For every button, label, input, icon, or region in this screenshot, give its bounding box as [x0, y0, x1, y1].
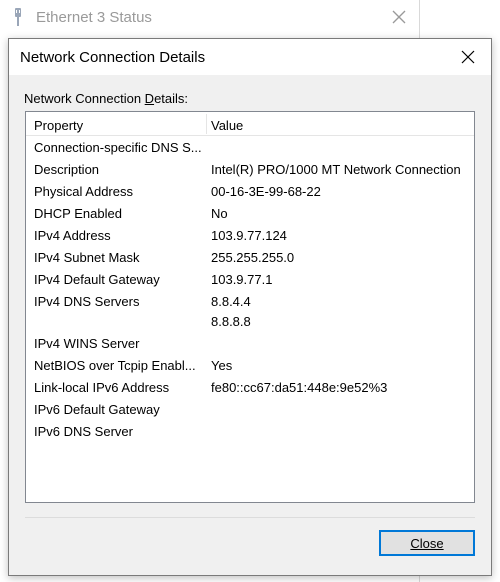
column-divider[interactable]	[206, 114, 207, 134]
value-line: 103.9.77.1	[211, 272, 273, 287]
value-line: 103.9.77.124	[211, 228, 287, 243]
list-item[interactable]: IPv6 DNS Server	[26, 422, 474, 444]
value-line: No	[211, 206, 228, 221]
value-cell: Intel(R) PRO/1000 MT Network Connection	[211, 160, 474, 182]
value-cell: fe80::cc67:da51:448e:9e52%3	[211, 378, 474, 400]
value-cell: 8.8.4.4 8.8.8.8	[211, 292, 474, 334]
close-icon[interactable]	[390, 8, 408, 26]
value-cell: 103.9.77.1	[211, 270, 474, 292]
details-rows: Connection-specific DNS S... Description I…	[26, 138, 474, 444]
dialog-title: Network Connection Details	[20, 49, 206, 66]
list-item[interactable]: DHCP Enabled No	[26, 204, 474, 226]
property-cell: DHCP Enabled	[34, 206, 122, 221]
list-item[interactable]: IPv6 Default Gateway	[26, 400, 474, 422]
property-cell: IPv4 WINS Server	[34, 336, 140, 351]
network-adapter-icon	[15, 8, 21, 26]
value-line	[211, 140, 474, 160]
value-line	[211, 336, 474, 356]
value-cell	[211, 422, 474, 444]
list-item[interactable]: IPv4 Default Gateway 103.9.77.1	[26, 270, 474, 292]
value-line: fe80::cc67:da51:448e:9e52%3	[211, 380, 388, 395]
value-cell	[211, 138, 474, 160]
property-cell: IPv6 DNS Server	[34, 424, 133, 439]
ethernet-status-titlebar: Ethernet 3 Status	[0, 0, 420, 34]
ethernet-status-title: Ethernet 3 Status	[36, 9, 152, 26]
dialog-divider	[25, 517, 475, 518]
list-item[interactable]: NetBIOS over Tcpip Enabl... Yes	[26, 356, 474, 378]
property-cell: Physical Address	[34, 184, 133, 199]
property-cell: IPv6 Default Gateway	[34, 402, 160, 417]
value-line: Yes	[211, 358, 233, 373]
property-cell: IPv4 Default Gateway	[34, 272, 160, 287]
value-cell: 00-16-3E-99-68-22	[211, 182, 474, 204]
value-cell: No	[211, 204, 474, 226]
list-header: Property Value	[26, 112, 474, 136]
close-icon	[461, 50, 475, 64]
property-cell: IPv4 DNS Servers	[34, 294, 140, 309]
property-cell: Link-local IPv6 Address	[34, 380, 170, 395]
dialog-titlebar: Network Connection Details	[9, 39, 491, 75]
list-item[interactable]: IPv4 DNS Servers 8.8.4.4 8.8.8.8	[26, 292, 474, 334]
value-line: 8.8.4.4	[211, 294, 251, 309]
list-item[interactable]: Description Intel(R) PRO/1000 MT Network …	[26, 160, 474, 182]
value-line	[211, 402, 474, 422]
value-line	[211, 424, 474, 444]
section-label: Network Connection Details:	[24, 91, 189, 106]
list-item[interactable]: Connection-specific DNS S...	[26, 138, 474, 160]
close-button-label: Close	[410, 535, 444, 551]
property-cell: Connection-specific DNS S...	[34, 140, 202, 155]
property-cell: NetBIOS over Tcpip Enabl...	[34, 358, 196, 373]
value-cell: 255.255.255.0	[211, 248, 474, 270]
value-cell: 103.9.77.124	[211, 226, 474, 248]
list-item[interactable]: IPv4 Address 103.9.77.124	[26, 226, 474, 248]
list-item[interactable]: Physical Address 00-16-3E-99-68-22	[26, 182, 474, 204]
network-connection-details-dialog: Network Connection Details Network Conne…	[8, 38, 492, 576]
column-header-value[interactable]: Value	[211, 118, 243, 133]
value-line: 8.8.8.8	[211, 314, 251, 329]
value-line: 255.255.255.0	[211, 250, 295, 265]
property-cell: IPv4 Subnet Mask	[34, 250, 140, 265]
dialog-close-button[interactable]	[457, 46, 479, 68]
property-cell: IPv4 Address	[34, 228, 111, 243]
property-cell: Description	[34, 162, 100, 177]
details-list[interactable]: Property Value Connection-specific DNS S…	[25, 111, 475, 503]
list-item[interactable]: IPv4 Subnet Mask 255.255.255.0	[26, 248, 474, 270]
value-cell	[211, 334, 474, 356]
list-item[interactable]: IPv4 WINS Server	[26, 334, 474, 356]
value-cell: Yes	[211, 356, 474, 378]
value-line: 00-16-3E-99-68-22	[211, 184, 321, 199]
value-cell	[211, 400, 474, 422]
list-item[interactable]: Link-local IPv6 Address fe80::cc67:da51:4…	[26, 378, 474, 400]
close-button[interactable]: Close	[379, 530, 475, 556]
value-line: Intel(R) PRO/1000 MT Network Connection	[211, 162, 461, 177]
column-header-property[interactable]: Property	[34, 118, 83, 133]
